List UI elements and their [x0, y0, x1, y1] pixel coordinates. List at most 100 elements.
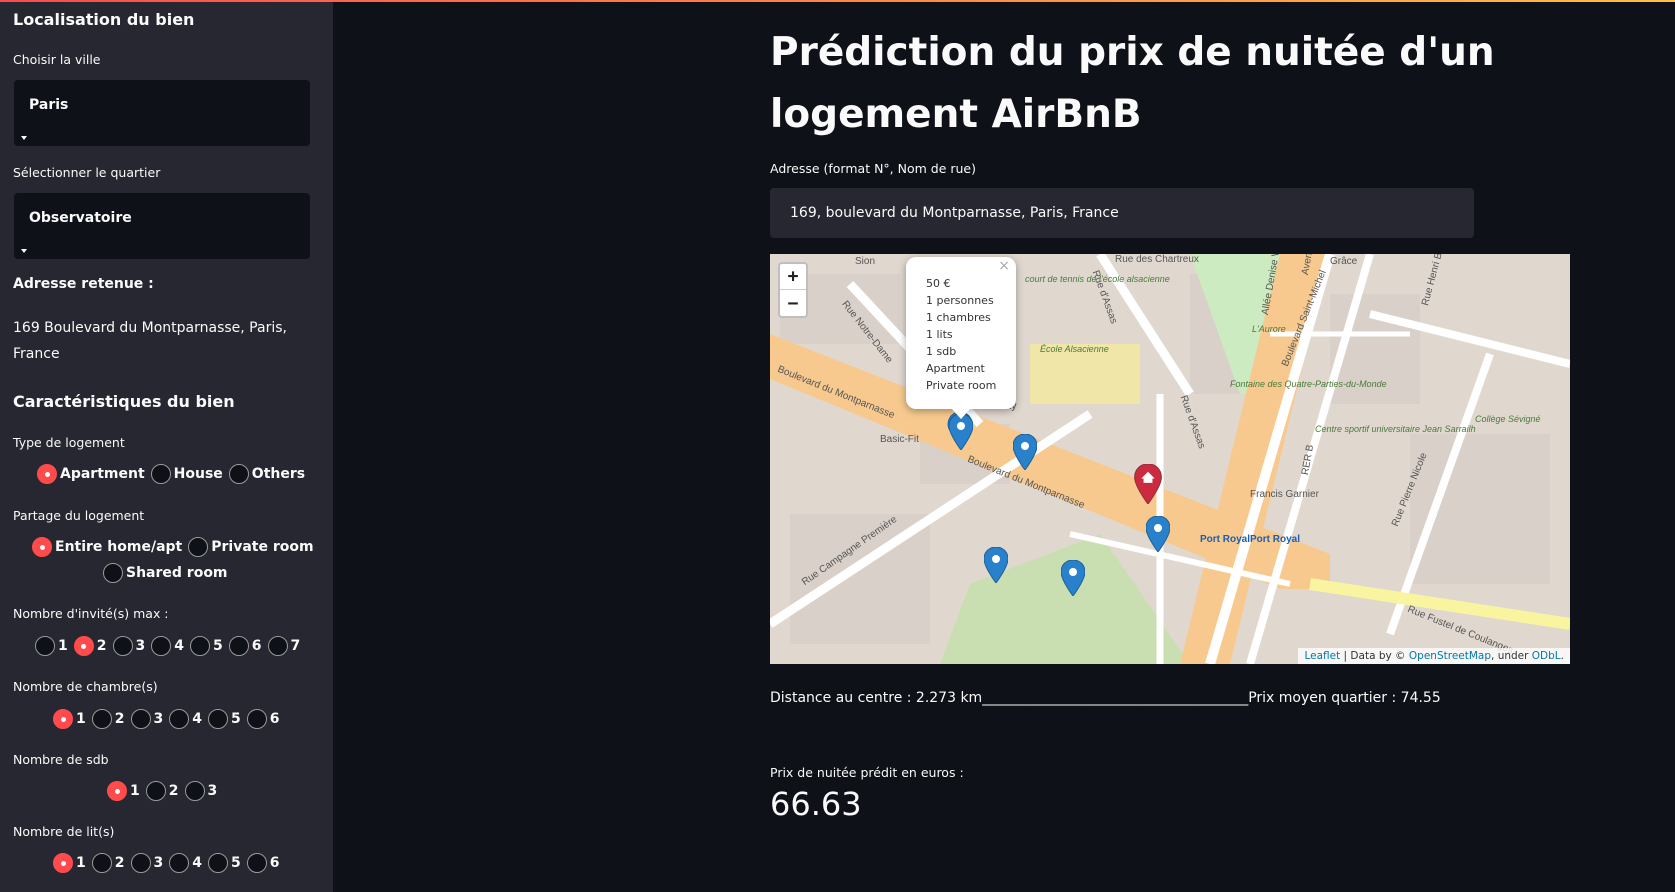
zoom-in-button[interactable]: +: [780, 264, 806, 290]
radio-option[interactable]: 2: [73, 636, 107, 656]
map-marker-blue[interactable]: [983, 546, 1009, 584]
radio-button[interactable]: [190, 636, 210, 656]
map-marker-blue[interactable]: [1012, 433, 1038, 471]
district-select[interactable]: Observatoire: [14, 193, 310, 259]
radio-option[interactable]: 5: [208, 853, 241, 873]
radio-button[interactable]: [53, 853, 73, 873]
address-input[interactable]: [770, 188, 1474, 238]
map-street-label: Collège Sévigné: [1475, 414, 1541, 424]
radio-option[interactable]: 6: [246, 853, 280, 873]
radio-option[interactable]: House: [150, 464, 223, 484]
radio-option[interactable]: 1: [35, 636, 68, 656]
osm-link[interactable]: OpenStreetMap: [1409, 650, 1491, 662]
radio-option[interactable]: 5: [190, 636, 223, 656]
leaflet-link[interactable]: Leaflet: [1304, 650, 1340, 662]
radio-option[interactable]: 3: [112, 636, 146, 656]
map-street-label: Centre sportif universitaire Jean Sarrai…: [1315, 424, 1476, 434]
map-street-label: Francis Garnier: [1250, 489, 1319, 500]
map-marker-red[interactable]: [1134, 463, 1162, 505]
close-icon[interactable]: ×: [998, 258, 1010, 275]
guests-radio-group: 1 2 3 4 5 6 7: [35, 636, 302, 656]
radio-button[interactable]: [130, 709, 151, 729]
distance-text: Distance au centre : 2.273 km: [770, 690, 983, 706]
radio-button[interactable]: [246, 853, 267, 873]
radio-label: 1: [130, 783, 140, 799]
radio-button[interactable]: [73, 636, 94, 656]
radio-option[interactable]: 4: [169, 853, 202, 873]
radio-button[interactable]: [228, 464, 249, 484]
radio-label: 5: [231, 711, 241, 727]
odbl-link[interactable]: ODbL: [1532, 650, 1561, 662]
radio-option[interactable]: 1: [53, 709, 86, 729]
radio-option[interactable]: 3: [130, 853, 163, 873]
radio-option[interactable]: 3: [184, 781, 218, 801]
radio-option[interactable]: Others: [228, 464, 305, 484]
radio-button[interactable]: [246, 709, 267, 729]
radio-button[interactable]: [91, 853, 112, 873]
radio-button[interactable]: [91, 709, 112, 729]
radio-label: Shared room: [126, 565, 228, 581]
sharing-radio-group: Entire home/apt Private room: [32, 537, 316, 557]
radio-label: 7: [290, 638, 301, 654]
map-marker-blue[interactable]: [948, 413, 974, 451]
zoom-out-button[interactable]: −: [780, 290, 806, 316]
radio-button[interactable]: [208, 853, 228, 873]
radio-option[interactable]: Shared room: [103, 563, 228, 583]
radio-label: House: [173, 466, 223, 482]
map-street-label: Port Royal: [1250, 534, 1301, 545]
map-attribution: Leaflet | Data by © OpenStreetMap, under…: [1298, 648, 1570, 664]
radio-label: 6: [251, 638, 262, 654]
attribution-text: , under: [1491, 650, 1532, 662]
radio-option[interactable]: 3: [130, 709, 163, 729]
district-select-value: Observatoire: [29, 210, 132, 226]
radio-button[interactable]: [188, 537, 209, 557]
radio-label: 2: [114, 855, 125, 871]
radio-option[interactable]: 7: [267, 636, 301, 656]
city-select[interactable]: Paris: [14, 80, 310, 146]
map-street-label: Sion: [855, 256, 876, 267]
map[interactable]: Boulevard du Montparnasse Boulevard du Mo…: [770, 254, 1570, 664]
radio-button[interactable]: [130, 853, 151, 873]
radio-button[interactable]: [267, 636, 288, 656]
radio-button[interactable]: [103, 563, 123, 583]
radio-option[interactable]: 4: [151, 636, 184, 656]
bedrooms-radio-group: 1 2 3 4 5 6: [53, 709, 282, 729]
radio-button[interactable]: [150, 464, 171, 484]
radio-label: 3: [207, 783, 218, 799]
radio-button[interactable]: [184, 781, 205, 801]
radio-button[interactable]: [169, 709, 190, 729]
radio-option[interactable]: 6: [228, 636, 262, 656]
prediction-value: 66.63: [770, 785, 862, 823]
radio-option[interactable]: 1: [53, 853, 86, 873]
radio-button[interactable]: [53, 709, 73, 729]
radio-label: 3: [135, 638, 146, 654]
radio-button[interactable]: [228, 636, 249, 656]
radio-button[interactable]: [112, 636, 133, 656]
map-popup: × 50 € 1 personnes 1 chambres 1 lits 1 sdb Ap…: [906, 257, 1016, 419]
radio-option[interactable]: Apartment: [37, 464, 145, 484]
popup-line: 1 chambres: [926, 311, 991, 324]
radio-option[interactable]: 6: [246, 709, 280, 729]
radio-option[interactable]: 2: [145, 781, 179, 801]
radio-option[interactable]: Entire home/apt: [32, 537, 182, 557]
address-input-label: Adresse (format N°, Nom de rue): [770, 161, 976, 176]
radio-button[interactable]: [145, 781, 166, 801]
map-marker-blue[interactable]: [1060, 559, 1086, 597]
radio-button[interactable]: [151, 636, 172, 656]
radio-option[interactable]: 5: [208, 709, 241, 729]
radio-button[interactable]: [107, 781, 127, 801]
radio-option[interactable]: 2: [91, 853, 125, 873]
sidebar: Localisation du bien Choisir la ville Pa…: [0, 2, 333, 892]
radio-button[interactable]: [208, 709, 228, 729]
radio-option[interactable]: 4: [169, 709, 202, 729]
radio-button[interactable]: [169, 853, 190, 873]
radio-button[interactable]: [35, 636, 55, 656]
bathrooms-label: Nombre de sdb: [13, 752, 109, 767]
radio-option[interactable]: 1: [107, 781, 140, 801]
radio-option[interactable]: Private room: [188, 537, 314, 557]
map-street-label: court de tennis de l'école alsacienne: [1025, 274, 1170, 284]
map-marker-blue[interactable]: [1145, 515, 1171, 553]
radio-option[interactable]: 2: [91, 709, 125, 729]
radio-button[interactable]: [37, 464, 57, 484]
radio-button[interactable]: [32, 537, 52, 557]
